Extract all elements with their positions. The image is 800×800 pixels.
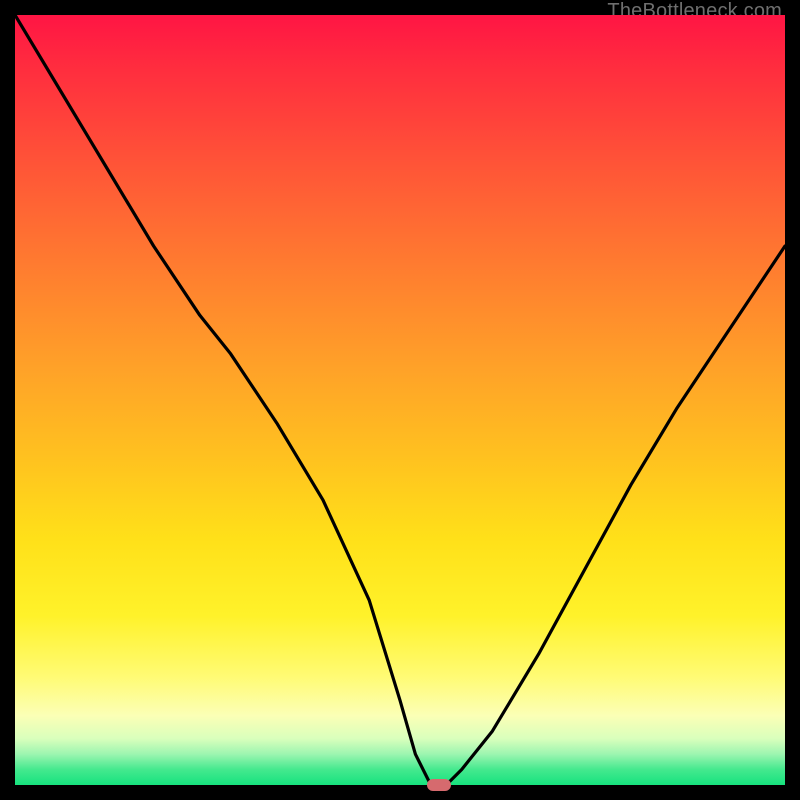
chart-frame: TheBottleneck.com [0,0,800,800]
bottleneck-curve [15,15,785,785]
plot-area [15,15,785,785]
optimal-marker [427,779,451,791]
curve-path [15,15,785,785]
